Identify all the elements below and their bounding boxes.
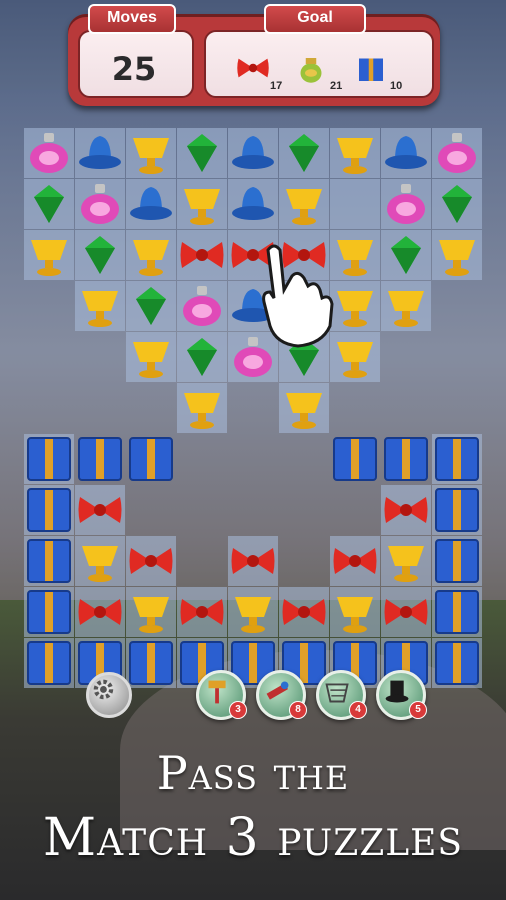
golden-cup-piece[interactable] [128, 589, 174, 635]
red-bow-piece[interactable] [281, 589, 327, 635]
golden-cup-piece[interactable] [383, 538, 429, 584]
hat-piece[interactable] [383, 130, 429, 176]
golden-cup-piece[interactable] [332, 589, 378, 635]
green-gem-piece[interactable] [434, 181, 480, 227]
hat-piece[interactable] [128, 181, 174, 227]
golden-cup-piece[interactable] [281, 385, 327, 431]
perfume-bottle-piece[interactable] [77, 181, 123, 227]
booster-hat-count: 5 [409, 701, 427, 719]
gift-box-piece[interactable] [128, 640, 174, 686]
golden-cup-piece[interactable] [128, 232, 174, 278]
board-cell[interactable] [330, 179, 380, 229]
golden-cup-piece[interactable] [434, 232, 480, 278]
golden-cup-piece[interactable] [332, 334, 378, 380]
gift-box-piece[interactable] [332, 436, 378, 482]
settings-button[interactable] [86, 672, 132, 718]
gift-box-piece[interactable] [434, 589, 480, 635]
booster-hammer-count: 3 [229, 701, 247, 719]
gift-box-piece[interactable] [26, 487, 72, 533]
booster-net[interactable]: 4 [316, 670, 367, 720]
green-gem-piece[interactable] [383, 232, 429, 278]
perfume-bottle-piece[interactable] [383, 181, 429, 227]
red-bow-piece[interactable] [128, 538, 174, 584]
red-bow-piece[interactable] [77, 487, 123, 533]
golden-cup-piece[interactable] [383, 283, 429, 329]
gift-box-piece[interactable] [434, 436, 480, 482]
golden-cup-piece[interactable] [230, 589, 276, 635]
green-gem-piece[interactable] [26, 181, 72, 227]
golden-cup-piece[interactable] [26, 232, 72, 278]
red-bow-piece[interactable] [179, 589, 225, 635]
green-gem-piece[interactable] [77, 232, 123, 278]
gift-box-piece[interactable] [26, 538, 72, 584]
gift-box-piece[interactable] [128, 436, 174, 482]
green-gem-piece[interactable] [281, 130, 327, 176]
golden-cup-piece[interactable] [281, 181, 327, 227]
gift-box-piece[interactable] [26, 640, 72, 686]
gift-box-piece[interactable] [26, 589, 72, 635]
gift-box-piece[interactable] [383, 436, 429, 482]
golden-cup-piece[interactable] [128, 130, 174, 176]
caption-line-1: Pass the [156, 746, 350, 800]
golden-cup-piece[interactable] [332, 283, 378, 329]
green-gem-piece[interactable] [179, 130, 225, 176]
booster-firework[interactable]: 8 [256, 670, 307, 720]
red-bow-piece[interactable] [383, 589, 429, 635]
perfume-bottle-piece[interactable] [26, 130, 72, 176]
gear-icon [93, 679, 114, 700]
booster-net-count: 4 [349, 701, 367, 719]
gift-box-piece[interactable] [26, 436, 72, 482]
gift-box-piece[interactable] [77, 436, 123, 482]
gift-box-piece[interactable] [434, 640, 480, 686]
hat-piece[interactable] [230, 130, 276, 176]
perfume-bottle-piece[interactable] [179, 283, 225, 329]
red-bow-piece[interactable] [383, 487, 429, 533]
red-bow-piece[interactable] [179, 232, 225, 278]
gift-box-piece[interactable] [434, 538, 480, 584]
golden-cup-piece[interactable] [179, 385, 225, 431]
booster-hammer[interactable]: 3 [196, 670, 247, 720]
tutorial-hand-icon [248, 240, 338, 350]
green-gem-piece[interactable] [128, 283, 174, 329]
golden-cup-piece[interactable] [332, 232, 378, 278]
perfume-bottle-piece[interactable] [434, 130, 480, 176]
golden-cup-piece[interactable] [332, 130, 378, 176]
hat-piece[interactable] [230, 181, 276, 227]
caption-line-2: Match 3 puzzles [42, 808, 464, 868]
red-bow-piece[interactable] [332, 538, 378, 584]
red-bow-piece[interactable] [77, 589, 123, 635]
gift-box-piece[interactable] [434, 487, 480, 533]
green-gem-piece[interactable] [179, 334, 225, 380]
booster-firework-count: 8 [289, 701, 307, 719]
red-bow-piece[interactable] [230, 538, 276, 584]
golden-cup-piece[interactable] [77, 283, 123, 329]
booster-hat[interactable]: 5 [376, 670, 427, 720]
golden-cup-piece[interactable] [77, 538, 123, 584]
hat-piece[interactable] [77, 130, 123, 176]
golden-cup-piece[interactable] [179, 181, 225, 227]
golden-cup-piece[interactable] [128, 334, 174, 380]
